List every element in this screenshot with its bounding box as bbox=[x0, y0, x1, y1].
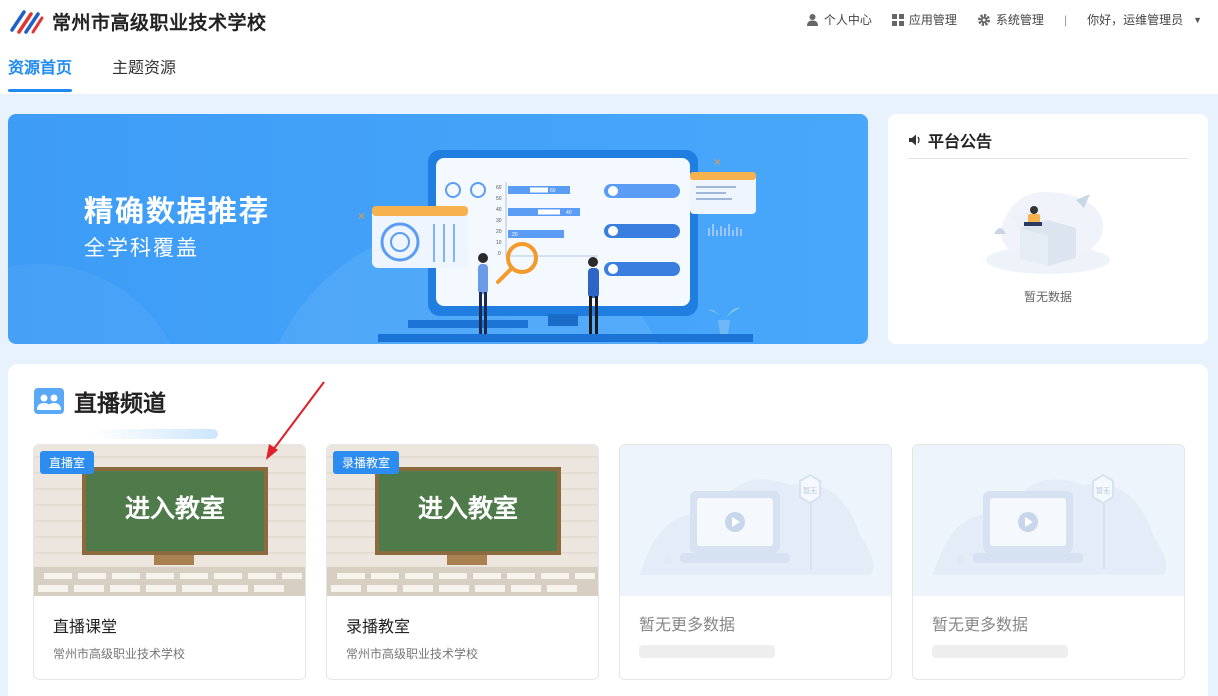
tick-label: 10 bbox=[496, 240, 502, 246]
nav-app-management[interactable]: 应用管理 bbox=[891, 11, 957, 28]
announcement-panel: 平台公告 暂无数据 bbox=[888, 114, 1208, 344]
tick-label: 40 bbox=[496, 207, 502, 213]
tick-label: 0 bbox=[498, 251, 501, 257]
annotation-arrow bbox=[266, 381, 325, 460]
sign-text: 暂无 bbox=[803, 486, 817, 495]
empty-video-illustration: 暂无 bbox=[620, 445, 891, 596]
classroom-thumbnail[interactable]: 进入教室 直播室 bbox=[34, 445, 305, 596]
school-logo bbox=[10, 10, 44, 34]
banner-subtitle: 全学科覆盖 bbox=[84, 237, 199, 260]
live-classroom-card[interactable]: 进入教室 直播室 直播课堂 常州市高级职业技术学校 bbox=[33, 444, 306, 680]
empty-thumbnail: 暂无 bbox=[913, 445, 1184, 596]
announcement-divider bbox=[908, 158, 1188, 159]
hero-banner[interactable]: 精确数据推荐 全学科覆盖 60 50 40 30 20 10 0 60 40 2… bbox=[8, 114, 868, 344]
tick-label: 50 bbox=[496, 196, 502, 202]
top-nav: 个人中心 应用管理 系统管理 | 你好，运维管理员 ▼ bbox=[786, 11, 1202, 28]
empty-card: 暂无 暂无更多数据 bbox=[912, 444, 1185, 680]
banner-decor-circle bbox=[8, 264, 188, 344]
live-channel-icon bbox=[34, 388, 64, 414]
top-header: 常州市高级职业技术学校 个人中心 应用管理 系统管理 | 你好，运维管理员 ▼ … bbox=[0, 0, 1218, 94]
empty-card: 暂无 暂无更多数据 bbox=[619, 444, 892, 680]
gear-icon bbox=[977, 13, 990, 26]
placeholder-bar bbox=[639, 645, 775, 658]
sign-text: 暂无 bbox=[1096, 486, 1110, 495]
empty-thumbnail: 暂无 bbox=[620, 445, 891, 596]
card-subtitle: 常州市高级职业技术学校 bbox=[346, 647, 479, 661]
placeholder-bar bbox=[932, 645, 1068, 658]
nav-personal-center[interactable]: 个人中心 bbox=[806, 11, 872, 28]
nav-personal-center-label: 个人中心 bbox=[823, 13, 872, 27]
chalkboard-text: 进入教室 bbox=[418, 494, 518, 523]
school-name: 常州市高级职业技术学校 bbox=[52, 13, 267, 34]
card-badge: 录播教室 bbox=[333, 451, 400, 474]
grid-icon bbox=[891, 13, 904, 26]
announcement-title: 平台公告 bbox=[928, 134, 993, 151]
svg-text:×: × bbox=[714, 155, 721, 169]
live-channel-section: 直播频道 进入教室 直播室 直播课堂 常州市高级职业技术学校 进入教室 录播教室… bbox=[8, 364, 1208, 696]
card-title[interactable]: 录播教室 bbox=[346, 613, 410, 637]
svg-text:×: × bbox=[358, 209, 365, 223]
card-title[interactable]: 直播课堂 bbox=[53, 613, 117, 637]
data-dashboard-illustration: 60 50 40 30 20 10 0 60 40 20 × × bbox=[358, 150, 756, 342]
recorded-classroom-card[interactable]: 进入教室 录播教室 录播教室 常州市高级职业技术学校 bbox=[326, 444, 599, 680]
user-greeting[interactable]: 你好，运维管理员 bbox=[1087, 11, 1183, 28]
tick-label: 20 bbox=[496, 229, 502, 235]
nav-system-management[interactable]: 系统管理 bbox=[977, 11, 1044, 28]
banner-title: 精确数据推荐 bbox=[84, 196, 271, 228]
classroom-thumbnail[interactable]: 进入教室 录播教室 bbox=[327, 445, 598, 596]
announcement-header: 平台公告 bbox=[908, 128, 992, 152]
main-tabs: 资源首页 主题资源 bbox=[8, 54, 216, 92]
empty-video-illustration: 暂无 bbox=[913, 445, 1184, 596]
card-badge: 直播室 bbox=[40, 451, 95, 474]
nav-app-management-label: 应用管理 bbox=[908, 13, 957, 27]
caret-down-icon[interactable]: ▼ bbox=[1193, 15, 1202, 25]
tick-label: 30 bbox=[496, 218, 502, 224]
bar-label: 60 bbox=[550, 188, 556, 194]
tab-topic-resources[interactable]: 主题资源 bbox=[112, 54, 176, 92]
empty-box-illustration bbox=[986, 191, 1110, 274]
bar-label: 40 bbox=[566, 210, 572, 216]
tab-resource-home[interactable]: 资源首页 bbox=[8, 54, 73, 92]
announcement-empty-text: 暂无数据 bbox=[1023, 290, 1072, 304]
title-highlight bbox=[92, 429, 218, 439]
nav-divider: | bbox=[1063, 12, 1068, 27]
empty-card-title: 暂无更多数据 bbox=[639, 617, 736, 634]
user-icon bbox=[806, 14, 818, 26]
empty-card-title: 暂无更多数据 bbox=[932, 617, 1029, 634]
card-subtitle: 常州市高级职业技术学校 bbox=[53, 647, 186, 661]
speaker-icon bbox=[909, 134, 920, 146]
bar-label: 20 bbox=[512, 232, 518, 238]
live-channel-header: 直播频道 bbox=[34, 384, 218, 439]
chalkboard-text: 进入教室 bbox=[125, 494, 225, 523]
tick-label: 60 bbox=[496, 185, 502, 191]
nav-system-management-label: 系统管理 bbox=[995, 13, 1044, 27]
live-channel-title: 直播频道 bbox=[74, 390, 166, 416]
